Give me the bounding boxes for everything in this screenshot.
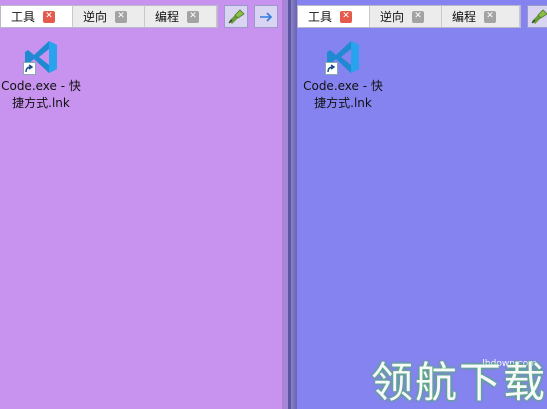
tab-label: 逆向 xyxy=(380,10,405,24)
tab-reverse[interactable]: 逆向 ✕ xyxy=(73,6,145,27)
close-icon[interactable]: ✕ xyxy=(340,10,353,23)
tab-reverse[interactable]: 逆向 ✕ xyxy=(370,6,442,27)
right-tab-bar: 工具 ✕ 逆向 ✕ 编程 ✕ xyxy=(297,0,547,34)
tab-programming[interactable]: 编程 ✕ xyxy=(145,6,217,27)
tab-tools[interactable]: 工具 ✕ xyxy=(298,6,370,27)
vscode-icon xyxy=(324,38,362,76)
tab-label: 工具 xyxy=(308,10,333,24)
panel-splitter[interactable] xyxy=(282,0,297,409)
tab-label: 编程 xyxy=(155,10,180,24)
close-icon[interactable]: ✕ xyxy=(412,10,425,23)
arrow-right-icon xyxy=(259,11,273,23)
right-tabstrip: 工具 ✕ 逆向 ✕ 编程 ✕ xyxy=(297,5,521,28)
tab-label: 编程 xyxy=(452,10,477,24)
desktop-shortcut-vscode[interactable]: Code.exe - 快 捷方式.lnk xyxy=(299,38,387,112)
shortcut-label: Code.exe - 快 捷方式.lnk xyxy=(303,79,383,110)
desktop-shortcut-vscode[interactable]: Code.exe - 快 捷方式.lnk xyxy=(0,38,85,112)
tab-label: 逆向 xyxy=(83,10,108,24)
shortcut-arrow-icon xyxy=(23,62,36,75)
left-tab-bar: 工具 ✕ 逆向 ✕ 编程 ✕ xyxy=(0,0,282,34)
tab-programming[interactable]: 编程 ✕ xyxy=(442,6,520,27)
close-icon[interactable]: ✕ xyxy=(187,10,200,23)
pin-icon xyxy=(530,8,547,25)
watermark-logo-text: 领航下载 xyxy=(370,358,547,407)
left-tabstrip: 工具 ✕ 逆向 ✕ 编程 ✕ xyxy=(0,5,218,28)
pin-icon xyxy=(227,8,245,25)
right-desktop-panel: 工具 ✕ 逆向 ✕ 编程 ✕ Code.exe - 快 捷方式.lnk lhdo… xyxy=(297,0,547,409)
forward-button[interactable] xyxy=(254,5,278,28)
shortcut-arrow-icon xyxy=(325,62,338,75)
pin-button[interactable] xyxy=(224,5,248,28)
left-desktop-panel: 工具 ✕ 逆向 ✕ 编程 ✕ Code.exe - 快 捷方式.lnk xyxy=(0,0,282,409)
tab-label: 工具 xyxy=(11,10,36,24)
pin-button[interactable] xyxy=(527,5,547,28)
close-icon[interactable]: ✕ xyxy=(115,10,128,23)
close-icon[interactable]: ✕ xyxy=(43,10,56,23)
close-icon[interactable]: ✕ xyxy=(484,10,497,23)
shortcut-label: Code.exe - 快 捷方式.lnk xyxy=(1,79,81,110)
tab-tools[interactable]: 工具 ✕ xyxy=(1,6,73,27)
vscode-icon xyxy=(22,38,60,76)
